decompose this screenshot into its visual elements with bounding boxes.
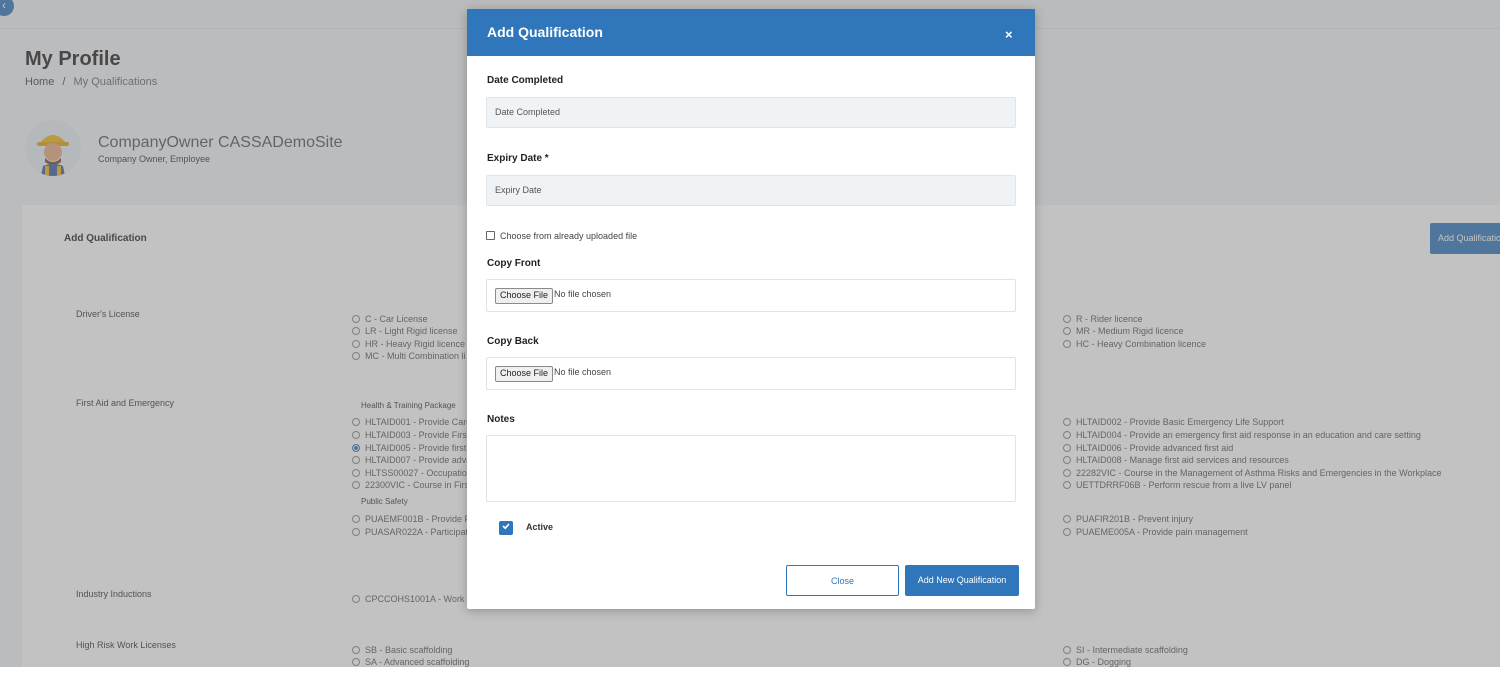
add-new-qualification-button[interactable]: Add New Qualification	[905, 565, 1019, 596]
choose-uploaded-label: Choose from already uploaded file	[500, 231, 638, 241]
copy-front-file-status: No file chosen	[554, 289, 612, 299]
choose-uploaded-checkbox[interactable]	[486, 231, 495, 240]
active-checkbox[interactable]	[499, 521, 513, 535]
copy-back-file-status: No file chosen	[554, 367, 612, 377]
copy-back-label: Copy Back	[487, 336, 539, 347]
modal-header: Add Qualification ×	[467, 9, 1035, 56]
copy-back-file-field: Choose File No file chosen	[486, 357, 1016, 390]
expiry-date-label: Expiry Date *	[487, 153, 549, 164]
close-button[interactable]: Close	[786, 565, 899, 596]
close-icon[interactable]: ×	[1005, 27, 1013, 42]
copy-front-file-field: Choose File No file chosen	[486, 279, 1016, 312]
checkmark-icon	[502, 523, 510, 530]
choose-uploaded-row[interactable]: Choose from already uploaded file	[486, 231, 637, 241]
date-completed-label: Date Completed	[487, 75, 564, 86]
notes-label: Notes	[487, 414, 515, 425]
date-completed-input[interactable]: Date Completed	[486, 97, 1016, 128]
notes-textarea[interactable]	[486, 435, 1016, 502]
copy-back-choose-file-button[interactable]: Choose File	[495, 366, 554, 382]
add-qualification-modal: Add Qualification × Date Completed Date …	[467, 9, 1035, 609]
copy-front-label: Copy Front	[487, 258, 541, 269]
active-label: Active	[526, 522, 554, 532]
expiry-date-input[interactable]: Expiry Date	[486, 175, 1016, 206]
modal-title: Add Qualification	[487, 24, 603, 40]
copy-front-choose-file-button[interactable]: Choose File	[495, 288, 554, 304]
